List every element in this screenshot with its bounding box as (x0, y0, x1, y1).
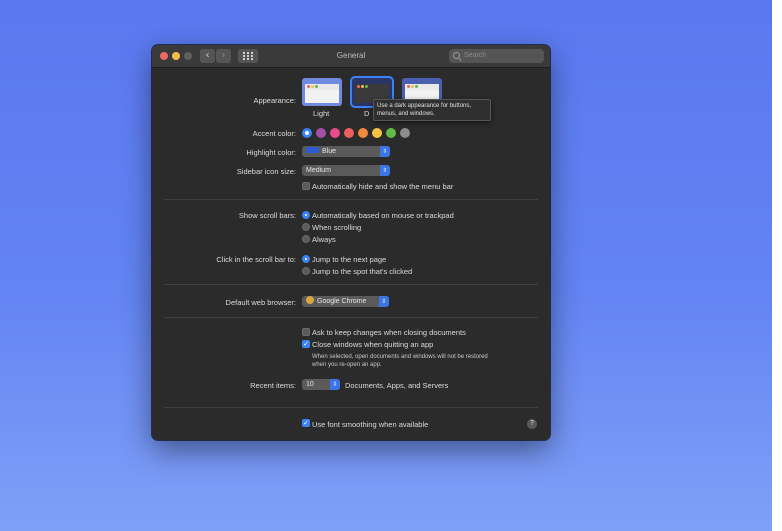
font-smoothing-checkbox[interactable]: ✓ (302, 419, 310, 427)
show-scroll-bars-label: Show scroll bars: (238, 211, 296, 220)
menu-bar-checkbox[interactable] (302, 182, 310, 190)
jump-to-spot-radio[interactable] (302, 267, 310, 275)
click-scroll-bar-label: Click in the scroll bar to: (216, 255, 296, 264)
search-field[interactable]: Search (449, 49, 544, 63)
chrome-icon (306, 296, 314, 305)
default-browser-label: Default web browser: (225, 298, 296, 307)
sidebar-icon-size-label: Sidebar icon size: (236, 167, 296, 176)
close-windows-checkbox[interactable]: ✓ (302, 340, 310, 348)
appearance-tooltip: Use a dark appearance for buttons, menus… (373, 99, 491, 121)
search-placeholder: Search (464, 52, 487, 59)
recent-items-value: 10 (306, 381, 314, 388)
separator (164, 199, 538, 200)
search-icon (453, 52, 460, 59)
font-smoothing-label: Use font smoothing when available (312, 420, 429, 429)
scroll-bars-always-label: Always (312, 235, 336, 244)
recent-items-popup[interactable]: 10 ⇳ (302, 379, 340, 390)
accent-swatch[interactable] (358, 128, 368, 138)
accent-swatch[interactable] (344, 128, 354, 138)
default-browser-popup[interactable]: Google Chrome ⇳ (302, 296, 389, 307)
sidebar-icon-size-popup[interactable]: Medium ⇳ (302, 165, 390, 176)
ask-keep-changes-checkbox[interactable] (302, 328, 310, 336)
scroll-bars-when-scrolling-radio[interactable] (302, 223, 310, 231)
chevron-updown-icon: ⇳ (379, 296, 389, 307)
close-windows-label: Close windows when quitting an app (312, 340, 434, 349)
scroll-bars-always-radio[interactable] (302, 235, 310, 243)
accent-color-label: Accent color: (252, 129, 296, 138)
highlight-color-popup[interactable]: Blue ⇳ (302, 146, 390, 157)
ask-keep-changes-label: Ask to keep changes when closing documen… (312, 328, 466, 337)
appearance-dark-label: D (364, 109, 370, 118)
jump-next-page-label: Jump to the next page (312, 255, 387, 264)
scroll-bars-when-scrolling-label: When scrolling (312, 223, 362, 232)
close-windows-note-line2: when you re-open an app. (312, 362, 382, 368)
separator (164, 284, 538, 285)
separator (164, 407, 538, 408)
appearance-light-option[interactable] (302, 78, 342, 106)
accent-swatch[interactable] (302, 128, 312, 138)
appearance-label: Appearance: (253, 96, 296, 105)
titlebar: ‹ › General Search (152, 45, 550, 68)
highlight-color-label: Highlight color: (246, 148, 296, 157)
preferences-window: ‹ › General Search Appearance: Light D U… (152, 45, 550, 440)
default-browser-value: Google Chrome (317, 298, 367, 305)
jump-to-spot-label: Jump to the spot that's clicked (312, 267, 413, 276)
chevron-updown-icon: ⇳ (380, 146, 390, 157)
separator (164, 317, 538, 318)
accent-swatch[interactable] (400, 128, 410, 138)
accent-swatch[interactable] (372, 128, 382, 138)
accent-swatch[interactable] (386, 128, 396, 138)
jump-next-page-radio[interactable] (302, 255, 310, 263)
scroll-bars-auto-label: Automatically based on mouse or trackpad (312, 211, 454, 220)
chevron-updown-icon: ⇳ (330, 379, 340, 390)
accent-swatch[interactable] (330, 128, 340, 138)
close-windows-note-line1: When selected, open documents and window… (312, 354, 488, 360)
help-button[interactable]: ? (527, 419, 537, 429)
highlight-color-value: Blue (322, 148, 337, 155)
menu-bar-label: Automatically hide and show the menu bar (312, 182, 454, 191)
accent-swatch[interactable] (316, 128, 326, 138)
recent-items-label: Recent items: (250, 381, 296, 390)
chevron-updown-icon: ⇳ (380, 165, 390, 176)
recent-items-suffix: Documents, Apps, and Servers (345, 381, 449, 390)
appearance-light-label: Light (313, 109, 330, 118)
highlight-color-chip (306, 147, 319, 154)
sidebar-icon-size-value: Medium (306, 167, 331, 174)
background-strip (772, 0, 782, 531)
scroll-bars-auto-radio[interactable] (302, 211, 310, 219)
